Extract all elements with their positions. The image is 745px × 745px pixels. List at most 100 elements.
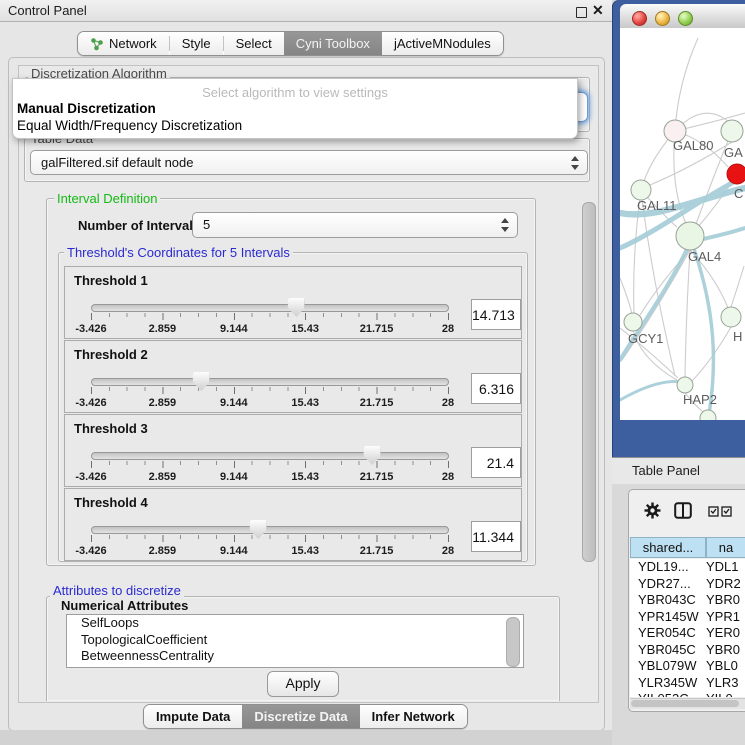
tab-infer-network[interactable]: Infer Network [360, 705, 467, 728]
cell-shared[interactable]: YBL079W [630, 658, 706, 675]
node-hap2 [677, 377, 693, 393]
cell-name[interactable]: YDR2 [706, 576, 745, 593]
cell-name[interactable]: YBR0 [706, 642, 745, 659]
split-view-icon[interactable] [674, 502, 692, 519]
table-data-combobox[interactable]: galFiltered.sif default node [30, 150, 588, 175]
checkbox-columns-icon[interactable] [708, 506, 734, 517]
table-row[interactable]: YDR27...YDR2 [630, 576, 745, 593]
tick-label: 2.859 [149, 323, 177, 335]
control-panel-window: Control Panel ✕ Network Style Select [0, 0, 612, 745]
cell-name[interactable]: YER0 [706, 625, 745, 642]
threshold-3-slider-track[interactable] [91, 452, 449, 460]
table-data-combobox-value: galFiltered.sif default node [41, 155, 193, 170]
table-row[interactable]: YPR145WYPR1 [630, 609, 745, 626]
threshold-4-slider-track[interactable] [91, 526, 449, 534]
numerical-attributes-list: SelfLoops TopologicalCoefficient Between… [66, 614, 524, 668]
tab-cyni-toolbox[interactable]: Cyni Toolbox [284, 32, 382, 55]
table-horizontal-scrollbar[interactable] [630, 698, 745, 709]
cell-shared[interactable]: YDL19... [630, 559, 706, 576]
menu-item-equal-width-frequency[interactable]: Equal Width/Frequency Discretization [17, 118, 242, 133]
float-window-icon[interactable] [576, 7, 587, 18]
table-row[interactable]: YBL079WYBL0 [630, 658, 745, 675]
threshold-1-slider-track[interactable] [91, 304, 449, 312]
cell-shared[interactable]: YDR27... [630, 576, 706, 593]
network-icon [90, 37, 104, 51]
tab-cyni-toolbox-label: Cyni Toolbox [296, 36, 370, 51]
threshold-3-label: Threshold 3 [74, 421, 148, 436]
cell-name[interactable]: YPR1 [706, 609, 745, 626]
threshold-4-value-field[interactable]: 11.344 [471, 521, 521, 552]
panel-vertical-scrollbar[interactable] [582, 202, 596, 562]
thresholds-group-title: Threshold's Coordinates for 5 Intervals [64, 245, 293, 260]
tab-discretize-data[interactable]: Discretize Data [242, 705, 359, 728]
threshold-1-label: Threshold 1 [74, 273, 148, 288]
tab-network-label: Network [109, 36, 157, 51]
network-canvas[interactable]: GAL80 GA GAL11 C GAL4 GCY1 H HAP2 [620, 28, 745, 420]
tick-label: 9.144 [220, 471, 248, 483]
table-row[interactable]: YDL19...YDL1 [630, 559, 745, 576]
gear-icon[interactable] [644, 502, 661, 519]
cell-shared[interactable]: YBR043C [630, 592, 706, 609]
tick-label: 21.715 [360, 323, 394, 335]
column-header-name[interactable]: na [706, 537, 745, 558]
table-row[interactable]: YBR045CYBR0 [630, 642, 745, 659]
tick-label: 21.715 [360, 471, 394, 483]
threshold-2-value-field[interactable]: 6.316 [471, 373, 521, 404]
attributes-list-scrollbar[interactable] [506, 617, 520, 667]
screen: Control Panel ✕ Network Style Select [0, 0, 745, 745]
node-label-gal4: GAL4 [688, 249, 721, 264]
table-row[interactable]: YER054CYER0 [630, 625, 745, 642]
column-header-shared-name[interactable]: shared... [630, 537, 706, 558]
table-row[interactable]: YBR043CYBR0 [630, 592, 745, 609]
attributes-group-title: Attributes to discretize [50, 583, 184, 598]
list-item-selfloops[interactable]: SelfLoops [67, 615, 523, 632]
menu-item-manual-discretization[interactable]: Manual Discretization [17, 101, 156, 116]
tick-label: -3.426 [75, 545, 106, 557]
numerical-attributes-heading: Numerical Attributes [58, 598, 191, 613]
network-window-titlebar [620, 4, 745, 29]
tab-select[interactable]: Select [224, 32, 284, 55]
cell-shared[interactable]: YER054C [630, 625, 706, 642]
tab-style[interactable]: Style [170, 32, 223, 55]
cell-name[interactable]: YDL1 [706, 559, 745, 576]
cell-name[interactable]: YBR0 [706, 592, 745, 609]
top-tab-bar: Network Style Select Cyni Toolbox jActiv… [77, 31, 504, 56]
tick-label: 15.43 [291, 471, 319, 483]
threshold-2-slider-track[interactable] [91, 378, 449, 386]
tick-label: 15.43 [291, 545, 319, 557]
cell-shared[interactable]: YLR345W [630, 675, 706, 692]
list-item-betweennesscentrality[interactable]: BetweennessCentrality [67, 648, 523, 665]
table-row[interactable]: YLR345WYLR3 [630, 675, 745, 692]
cell-shared[interactable]: YPR145W [630, 609, 706, 626]
tick-label: 9.144 [220, 545, 248, 557]
cell-name[interactable]: YLR3 [706, 675, 745, 692]
tab-jactivemnodules[interactable]: jActiveMNodules [382, 32, 503, 55]
threshold-1-value-field[interactable]: 14.713 [471, 299, 521, 330]
mac-zoom-icon[interactable] [678, 11, 693, 26]
mac-minimize-icon[interactable] [655, 11, 670, 26]
bottom-tab-bar: Impute Data Discretize Data Infer Networ… [143, 704, 468, 729]
node-label-cut-c: C [734, 186, 743, 201]
threshold-4-ticks: -3.426 2.859 9.144 15.43 21.715 28 [91, 535, 448, 561]
node-gal4 [676, 222, 704, 250]
threshold-3-ticks: -3.426 2.859 9.144 15.43 21.715 28 [91, 461, 448, 487]
mac-close-icon[interactable] [632, 11, 647, 26]
bottom-strip [0, 730, 612, 745]
apply-button[interactable]: Apply [267, 671, 339, 697]
tab-impute-data[interactable]: Impute Data [144, 705, 242, 728]
cell-name[interactable]: YBL0 [706, 658, 745, 675]
cell-name[interactable]: YIL0 [706, 691, 745, 697]
cell-shared[interactable]: YIL052C [630, 691, 706, 697]
tab-infer-network-label: Infer Network [372, 709, 455, 724]
threshold-3-value-field[interactable]: 21.4 [471, 447, 521, 478]
node-red [727, 164, 745, 184]
list-item-topologicalcoefficient[interactable]: TopologicalCoefficient [67, 632, 523, 649]
scrollbar-thumb[interactable] [631, 700, 739, 707]
table-row[interactable]: YIL052CYIL0 [630, 691, 745, 697]
number-of-intervals-combobox[interactable]: 5 [192, 212, 518, 238]
tab-network[interactable]: Network [78, 32, 169, 55]
tick-label: 28 [442, 545, 454, 557]
cell-shared[interactable]: YBR045C [630, 642, 706, 659]
close-icon[interactable]: ✕ [592, 2, 604, 19]
table-panel-title: Table Panel [632, 463, 700, 478]
